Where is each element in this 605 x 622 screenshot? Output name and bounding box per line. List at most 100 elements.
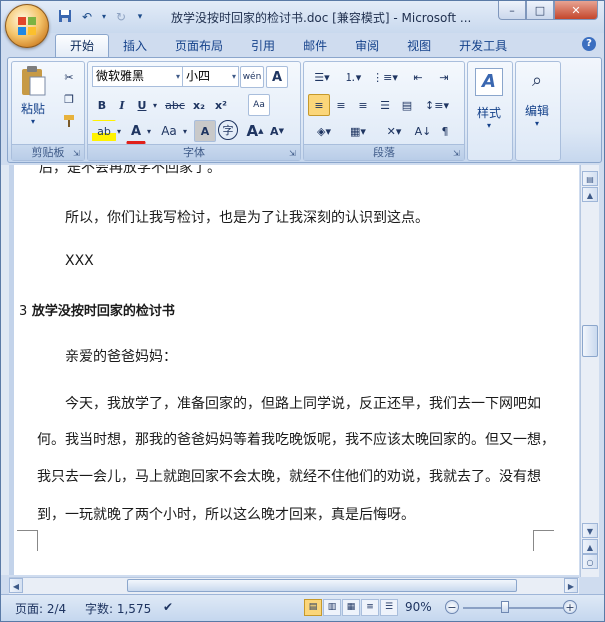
copy-icon[interactable]: ❐: [58, 88, 80, 110]
font-launcher-icon[interactable]: ⇲: [289, 149, 298, 158]
zoom-in-icon[interactable]: +: [563, 600, 577, 614]
editing-label: 编辑: [524, 104, 549, 118]
scroll-up-icon[interactable]: ▲: [582, 187, 598, 202]
change-case-dropdown-icon[interactable]: ▾: [180, 120, 190, 142]
browse-object-icon[interactable]: ○: [582, 554, 598, 569]
subscript-button[interactable]: x₂: [188, 94, 210, 116]
redo-icon[interactable]: ↻: [113, 9, 129, 25]
underline-button[interactable]: U: [132, 94, 152, 116]
tab-home[interactable]: 开始: [55, 34, 110, 57]
close-button[interactable]: ✕: [554, 1, 598, 20]
line-spacing-icon[interactable]: ↕≡▾: [422, 94, 452, 116]
clipboard-launcher-icon[interactable]: ⇲: [73, 149, 82, 158]
styles-label: 样式: [476, 106, 501, 120]
align-left-icon[interactable]: ≡: [308, 94, 330, 116]
scroll-down-icon[interactable]: ▼: [582, 523, 598, 538]
document-page[interactable]: 后，是不会再放学不回家了。 所以，你们让我写检讨，也是为了让我深刻的认识到这点。…: [9, 165, 579, 575]
horizontal-scrollbar[interactable]: ◀ ▶: [9, 577, 579, 594]
outline-view-icon[interactable]: ≡: [361, 599, 379, 616]
customize-qat-icon[interactable]: ▾: [135, 9, 145, 25]
font-color-dropdown-icon[interactable]: ▾: [144, 120, 154, 142]
underline-dropdown-icon[interactable]: ▾: [150, 94, 160, 116]
clear-formatting-button[interactable]: Aa: [248, 94, 270, 116]
zoom-out-icon[interactable]: −: [445, 600, 459, 614]
shrink-font-button[interactable]: A ▼: [266, 120, 288, 142]
phonetic-guide-button[interactable]: wén: [240, 66, 264, 88]
styles-button[interactable]: A 样式 ▾: [470, 68, 508, 130]
borders-icon[interactable]: ▦▾: [342, 120, 374, 142]
horizontal-scroll-thumb[interactable]: [127, 579, 517, 592]
undo-icon[interactable]: ↶: [79, 9, 95, 25]
doc-body-line: 何。我当时想，那我的爸爸妈妈等着我吃晚饭呢，我不应该太晚回家的。但又一想，: [37, 432, 555, 448]
tab-view[interactable]: 视图: [393, 35, 445, 57]
tab-mailings[interactable]: 邮件: [289, 35, 341, 57]
vertical-scrollbar[interactable]: ▤ ▲ ▼ ▲ ○: [580, 165, 599, 577]
help-icon[interactable]: ?: [582, 37, 596, 51]
scroll-thumb[interactable]: [582, 325, 598, 357]
grow-font-label: A: [246, 122, 259, 140]
shading-icon[interactable]: ◈▾: [308, 120, 340, 142]
decrease-indent-icon[interactable]: ⇤: [406, 66, 430, 88]
strikethrough-button[interactable]: abc: [162, 94, 188, 116]
grow-font-button[interactable]: A ▲: [244, 120, 266, 142]
chevron-down-icon: ▾: [175, 72, 180, 81]
page-count[interactable]: 页面: 2/4: [15, 600, 66, 617]
character-shading-button[interactable]: A: [194, 120, 216, 142]
proofing-icon[interactable]: ✔: [163, 600, 173, 614]
ruler-toggle-icon[interactable]: ▤: [582, 171, 598, 186]
minimize-button[interactable]: –: [498, 1, 526, 20]
web-layout-view-icon[interactable]: ▦: [342, 599, 360, 616]
tab-insert[interactable]: 插入: [109, 35, 161, 57]
restore-button[interactable]: □: [526, 1, 554, 20]
highlight-dropdown-icon[interactable]: ▾: [114, 120, 124, 142]
editing-button[interactable]: ⌕ 编辑 ▾: [518, 68, 556, 128]
paste-button[interactable]: 粘贴 ▾: [14, 65, 52, 126]
font-name-combo[interactable]: 微软雅黑 ▾: [92, 66, 183, 87]
clipboard-group: 粘贴 ▾ ✂ ❐ 剪贴板 ⇲: [11, 61, 85, 161]
save-icon[interactable]: [57, 9, 73, 25]
scroll-right-icon[interactable]: ▶: [564, 578, 578, 593]
paragraph-launcher-icon[interactable]: ⇲: [453, 149, 462, 158]
align-center-icon[interactable]: ≡: [330, 94, 352, 116]
italic-button[interactable]: I: [112, 94, 132, 116]
draft-view-icon[interactable]: ☰: [380, 599, 398, 616]
print-layout-view-icon[interactable]: ▤: [304, 599, 322, 616]
doc-paragraph: 所以，你们让我写检讨，也是为了让我深刻的认识到这点。: [65, 210, 429, 226]
numbering-icon[interactable]: ⒈▾: [338, 66, 368, 88]
cut-icon[interactable]: ✂: [58, 66, 80, 88]
enclose-characters-button[interactable]: 字: [218, 120, 238, 140]
multilevel-list-icon[interactable]: ⋮≡▾: [370, 66, 400, 88]
tab-developer[interactable]: 开发工具: [445, 35, 521, 57]
distributed-icon[interactable]: ▤: [396, 94, 418, 116]
previous-page-icon[interactable]: ▲: [582, 539, 598, 554]
undo-dropdown-icon[interactable]: ▾: [101, 9, 107, 25]
window-controls: – □ ✕: [498, 1, 598, 20]
zoom-slider[interactable]: [463, 607, 563, 609]
full-screen-reading-view-icon[interactable]: ▥: [323, 599, 341, 616]
zoom-slider-handle[interactable]: [501, 601, 509, 613]
office-button[interactable]: [5, 4, 49, 48]
paragraph-group: ☰▾ ⒈▾ ⋮≡▾ ⇤ ⇥ ≡ ≡ ≡ ☰ ▤ ↕≡▾ ◈▾ ▦▾ ✕▾ A↓ …: [303, 61, 465, 161]
show-marks-icon[interactable]: ¶: [434, 120, 456, 142]
increase-indent-icon[interactable]: ⇥: [432, 66, 456, 88]
align-right-icon[interactable]: ≡: [352, 94, 374, 116]
font-color-button[interactable]: A: [126, 120, 146, 144]
tab-references[interactable]: 引用: [237, 35, 289, 57]
character-border-button[interactable]: A: [266, 66, 288, 88]
highlight-button[interactable]: ab: [92, 120, 116, 142]
word-count[interactable]: 字数: 1,575: [85, 600, 151, 617]
justify-icon[interactable]: ☰: [374, 94, 396, 116]
chinese-layout-icon[interactable]: ✕▾: [378, 120, 410, 142]
superscript-button[interactable]: x²: [210, 94, 232, 116]
page-corner-mark: [17, 530, 38, 551]
font-size-combo[interactable]: 小四 ▾: [182, 66, 239, 87]
change-case-button[interactable]: Aa: [156, 120, 182, 142]
scroll-left-icon[interactable]: ◀: [9, 578, 23, 593]
bold-button[interactable]: B: [92, 94, 112, 116]
zoom-level[interactable]: 90%: [405, 600, 432, 614]
tab-page-layout[interactable]: 页面布局: [161, 35, 237, 57]
sort-icon[interactable]: A↓: [412, 120, 434, 142]
bullets-icon[interactable]: ☰▾: [308, 66, 336, 88]
format-painter-icon[interactable]: [58, 110, 80, 132]
tab-review[interactable]: 审阅: [341, 35, 393, 57]
